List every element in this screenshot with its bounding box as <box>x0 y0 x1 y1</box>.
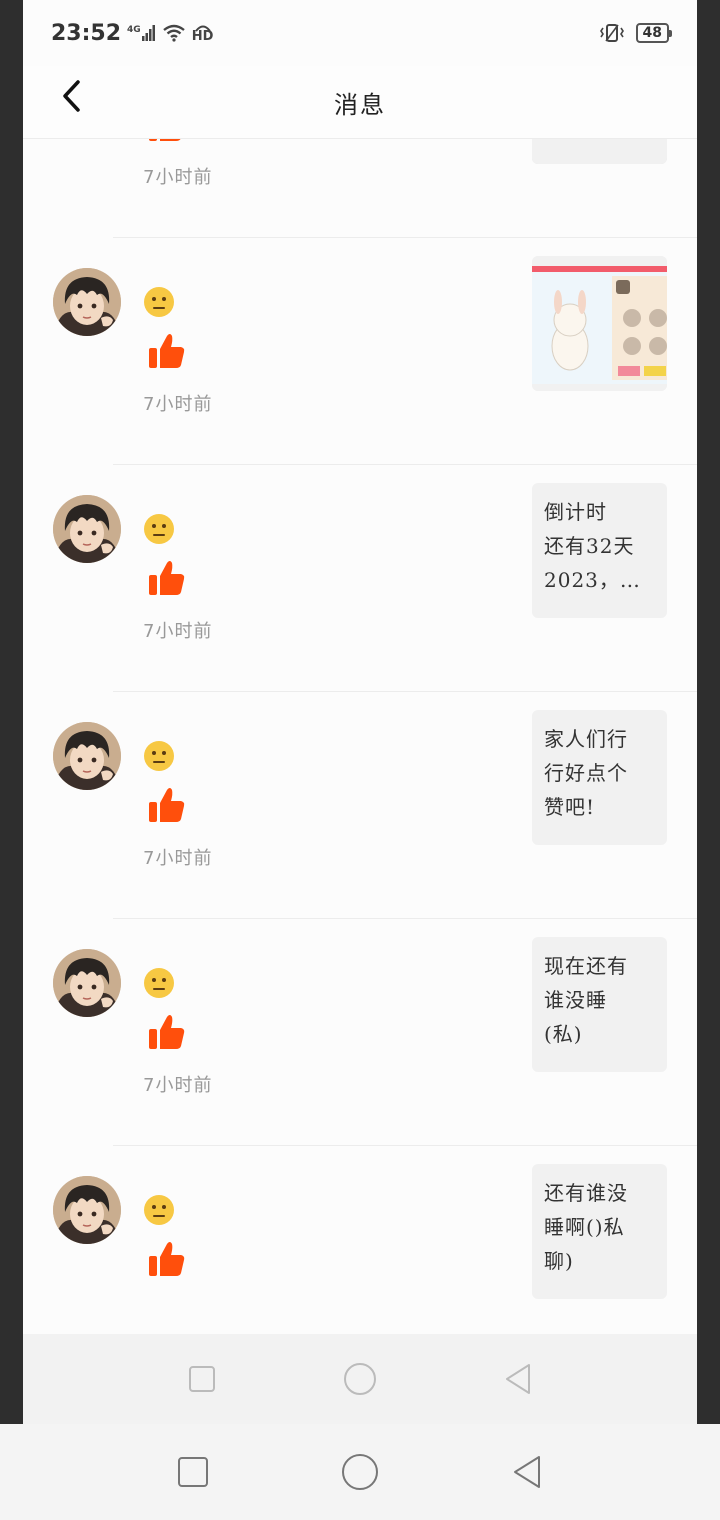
back-button[interactable] <box>51 76 91 116</box>
thumbs-up-icon <box>148 332 186 370</box>
thumbs-up-icon <box>148 1013 186 1051</box>
back-nav-button[interactable] <box>498 1359 538 1399</box>
square-icon <box>178 1457 209 1487</box>
notification-time: 7小时前 <box>143 394 213 415</box>
system-back-button[interactable] <box>507 1452 547 1492</box>
notification-item[interactable]: 7小时前 现在还有 谁没睡 (私) <box>23 919 697 1146</box>
post-preview-image[interactable] <box>532 139 667 164</box>
notification-time: 7小时前 <box>143 167 213 188</box>
preview-text: 现在还有 谁没睡 (私) <box>544 954 628 1046</box>
inner-navigation-bar <box>23 1334 697 1424</box>
signal-icon: 4G <box>127 25 156 41</box>
vibrate-icon <box>599 24 624 42</box>
neutral-face-emoji <box>143 1194 175 1226</box>
avatar[interactable] <box>53 722 121 790</box>
square-icon <box>189 1366 215 1392</box>
hd-icon: HD <box>191 24 214 44</box>
circle-icon <box>341 1454 378 1490</box>
notification-item[interactable]: 7小时前 <box>23 139 697 238</box>
device-frame-right <box>697 0 720 1424</box>
notification-time: 7小时前 <box>143 848 213 869</box>
chevron-left-icon <box>63 80 80 112</box>
neutral-face-emoji <box>143 513 175 545</box>
preview-text: 还有谁没 睡啊()私 聊) <box>544 1181 628 1273</box>
circle-icon <box>344 1363 376 1395</box>
status-time: 23:52 <box>51 20 122 46</box>
neutral-face-emoji <box>143 740 175 772</box>
neutral-face-emoji <box>143 967 175 999</box>
status-right: 48 <box>598 23 673 43</box>
wifi-icon <box>162 24 185 42</box>
notification-time: 7小时前 <box>143 1075 213 1096</box>
status-bar: 23:52 4G HD 48 <box>23 0 697 66</box>
post-preview-image[interactable] <box>532 256 667 391</box>
thumbs-up-icon <box>148 559 186 597</box>
system-home-button[interactable] <box>340 1452 380 1492</box>
notification-time: 7小时前 <box>143 621 213 642</box>
post-preview-text[interactable]: 现在还有 谁没睡 (私) <box>532 937 667 1072</box>
system-recents-button[interactable] <box>173 1452 213 1492</box>
network-label: 4G <box>127 25 141 35</box>
home-button[interactable] <box>340 1359 380 1399</box>
post-preview-text[interactable]: 倒计时 还有32天 2023，… <box>532 483 667 618</box>
notification-list[interactable]: 7小时前 7小时前 7小时前 倒计时 还有32天 2023，… 7小时前 家人们… <box>23 139 697 1334</box>
avatar[interactable] <box>53 495 121 563</box>
device-frame-left <box>0 0 23 1424</box>
avatar[interactable] <box>53 1176 121 1244</box>
triangle-back-icon <box>506 1364 530 1394</box>
page-title: 消息 <box>334 90 386 119</box>
neutral-face-emoji <box>143 286 175 318</box>
avatar[interactable] <box>53 268 121 336</box>
recents-button[interactable] <box>182 1359 222 1399</box>
hd-label: HD <box>191 29 214 44</box>
battery-indicator: 48 <box>635 23 673 43</box>
preview-text: 家人们行 行好点个 赞吧! <box>544 727 628 819</box>
notification-item[interactable]: 7小时前 <box>23 238 697 465</box>
notification-item[interactable]: 7小时前 家人们行 行好点个 赞吧! <box>23 692 697 919</box>
notification-item[interactable]: 7小时前 倒计时 还有32天 2023，… <box>23 465 697 692</box>
status-icons: 4G HD <box>127 24 214 44</box>
triangle-back-icon <box>513 1456 540 1488</box>
thumbs-up-icon <box>148 139 186 143</box>
header-bar: 消息 <box>23 66 697 139</box>
preview-text: 倒计时 还有32天 2023，… <box>544 500 641 592</box>
phone-screen: 23:52 4G HD 48 消息 7小时前 7小时前 7小时前 倒计时 还有3… <box>23 0 697 1424</box>
system-navigation-bar <box>0 1424 720 1520</box>
thumbs-up-icon <box>148 786 186 824</box>
post-preview-text[interactable]: 还有谁没 睡啊()私 聊) <box>532 1164 667 1299</box>
notification-item[interactable]: 还有谁没 睡啊()私 聊) <box>23 1146 697 1334</box>
thumbs-up-icon <box>148 1240 186 1278</box>
post-preview-text[interactable]: 家人们行 行好点个 赞吧! <box>532 710 667 845</box>
avatar[interactable] <box>53 949 121 1017</box>
